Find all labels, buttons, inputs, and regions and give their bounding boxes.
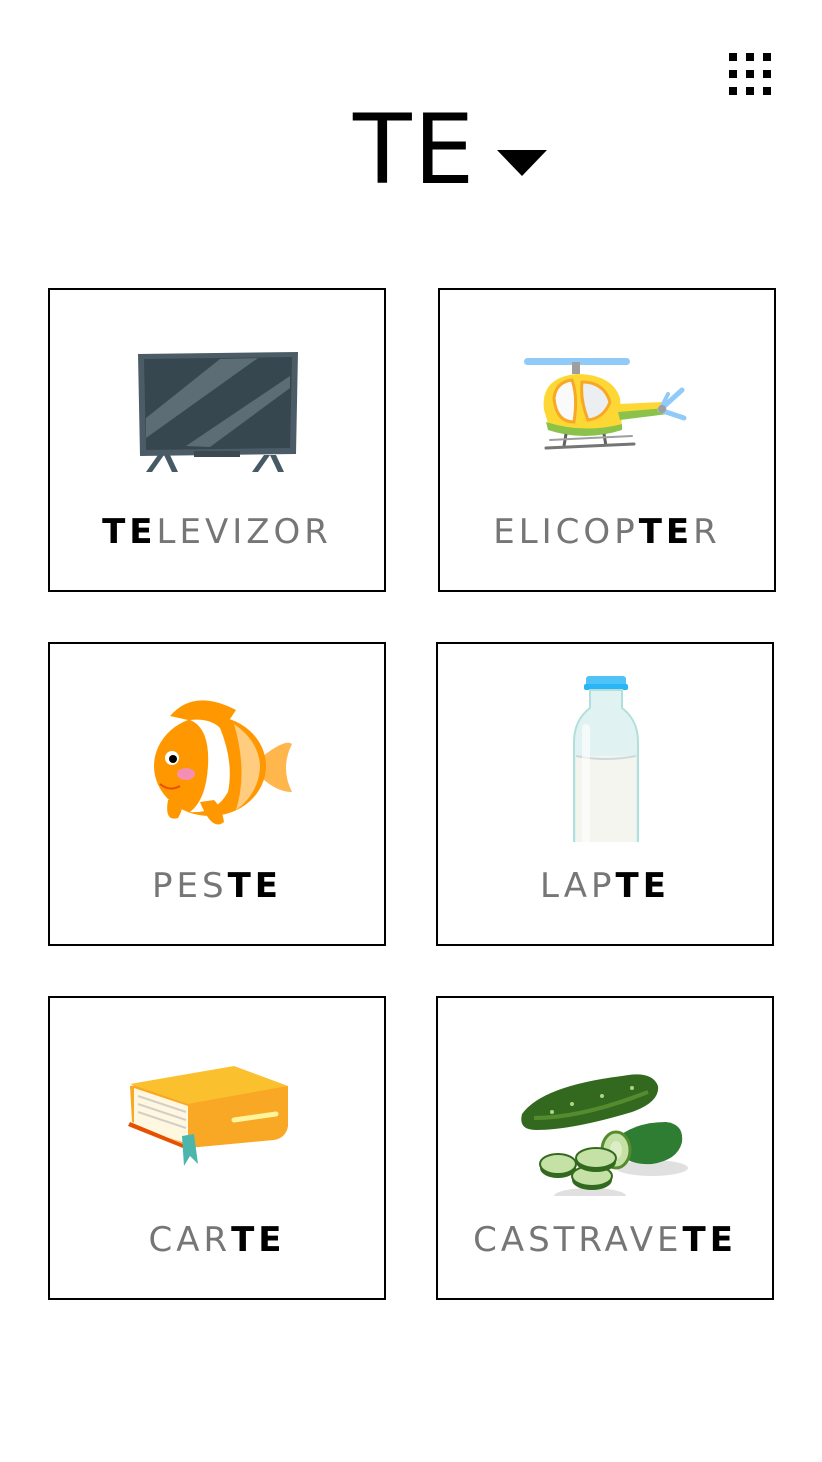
grid-menu-icon[interactable] [729, 53, 771, 95]
helicopter-icon [524, 358, 687, 450]
syllable-selector[interactable]: TE [0, 95, 822, 205]
word-card-elicopter[interactable]: ELICOPTER [438, 288, 776, 592]
word-card-televizor[interactable]: TELEVIZOR [48, 288, 386, 592]
card-word: CASTRAVETE [473, 1220, 737, 1260]
syllable-title[interactable]: TE [353, 95, 476, 205]
word-card-peste[interactable]: PESTE [48, 642, 386, 946]
television-icon [138, 352, 298, 472]
word-card-carte[interactable]: CARTE [48, 996, 386, 1300]
word-card-lapte[interactable]: LAPTE [436, 642, 774, 946]
card-word: TELEVIZOR [102, 512, 332, 552]
word-card-castravete[interactable]: CASTRAVETE [436, 996, 774, 1300]
book-icon [128, 1066, 288, 1166]
card-word: ELICOPTER [493, 512, 721, 552]
card-word: PESTE [152, 866, 282, 906]
caret-down-icon[interactable] [497, 150, 547, 176]
cucumber-icon [521, 1074, 688, 1196]
card-word: LAPTE [540, 866, 670, 906]
fish-icon [154, 700, 292, 825]
milk-bottle-icon [573, 676, 639, 842]
card-word: CARTE [148, 1220, 286, 1260]
